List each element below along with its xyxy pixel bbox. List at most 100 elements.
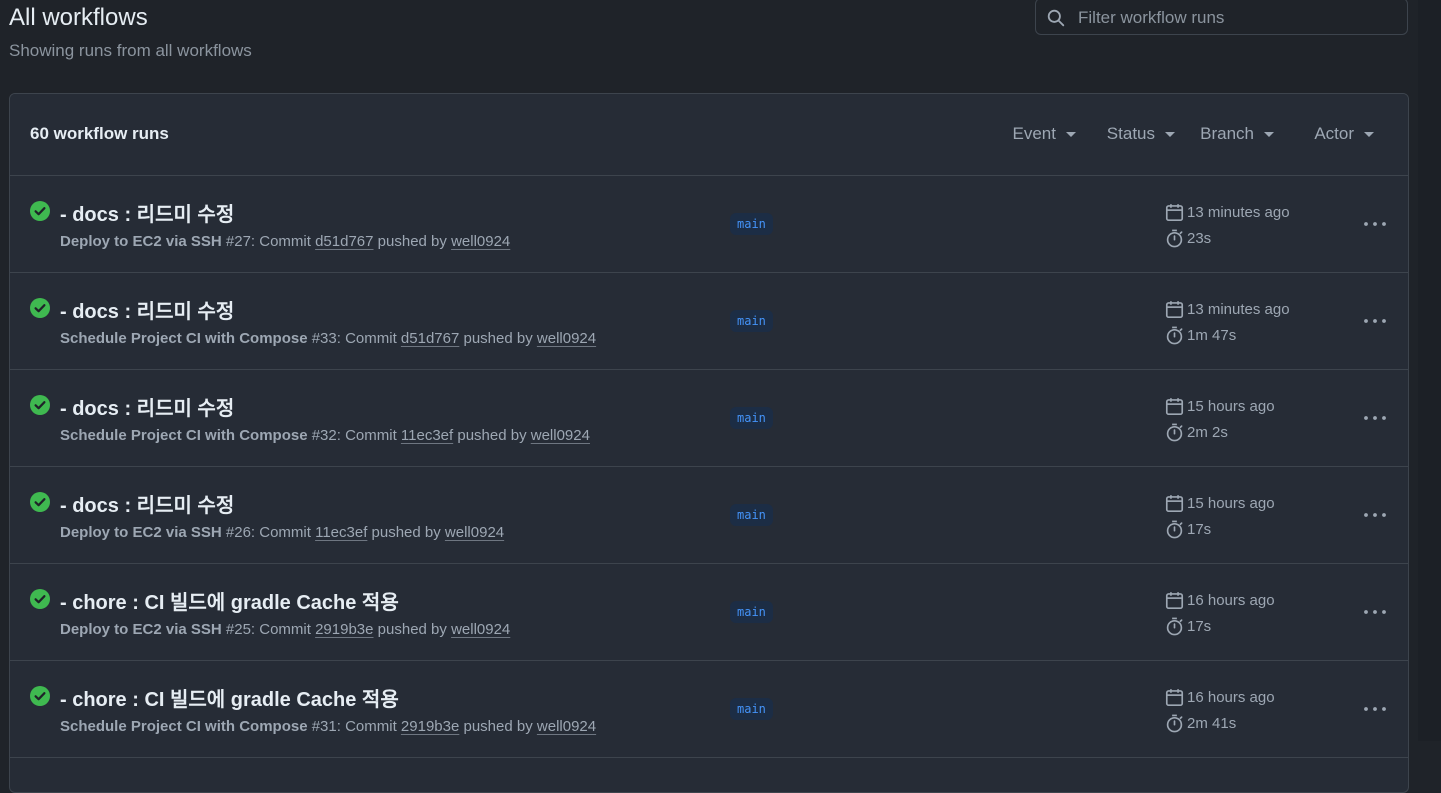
commit-sha-link[interactable]: 2919b3e xyxy=(401,718,459,735)
run-number: #33 xyxy=(311,330,337,347)
success-check-icon xyxy=(30,686,50,706)
run-time: 16 hours ago xyxy=(1165,591,1275,610)
workflow-run-row[interactable]: - docs : 리드미 수정 Schedule Project CI with… xyxy=(10,370,1408,467)
stopwatch-icon xyxy=(1166,714,1183,733)
run-number: #32 xyxy=(311,427,337,444)
commit-label: : Commit xyxy=(250,621,316,638)
actor-link[interactable]: well0924 xyxy=(451,233,510,250)
run-number: #31 xyxy=(311,718,337,735)
run-title-link[interactable]: - chore : CI 빌드에 gradle Cache 적용 xyxy=(60,683,399,712)
run-meta: Schedule Project CI with Compose #31: Co… xyxy=(60,718,596,735)
actor-filter-dropdown[interactable]: Actor xyxy=(1314,124,1374,144)
page-title: All workflows xyxy=(9,4,148,31)
pushed-by-label: pushed by xyxy=(367,524,445,541)
branch-filter-dropdown[interactable]: Branch xyxy=(1200,124,1274,144)
run-title-link[interactable]: - docs : 리드미 수정 xyxy=(60,198,234,227)
kebab-menu-icon[interactable] xyxy=(1362,699,1388,719)
success-check-icon xyxy=(30,492,50,512)
run-duration: 1m 47s xyxy=(1165,326,1236,345)
workflow-name: Deploy to EC2 via SSH xyxy=(60,524,222,541)
run-title-link[interactable]: - docs : 리드미 수정 xyxy=(60,489,234,518)
run-time-text: 15 hours ago xyxy=(1187,495,1275,512)
kebab-menu-icon[interactable] xyxy=(1362,214,1388,234)
kebab-menu-icon[interactable] xyxy=(1362,408,1388,428)
actor-link[interactable]: well0924 xyxy=(537,718,596,735)
workflow-name: Deploy to EC2 via SSH xyxy=(60,233,222,250)
run-time: 13 minutes ago xyxy=(1165,300,1290,319)
actor-filter-label: Actor xyxy=(1314,124,1354,143)
branch-badge[interactable]: main xyxy=(730,407,773,429)
calendar-icon xyxy=(1165,592,1184,610)
calendar-icon xyxy=(1165,689,1184,707)
workflow-run-row[interactable]: - docs : 리드미 수정 Deploy to EC2 via SSH #2… xyxy=(10,176,1408,273)
workflow-run-row[interactable]: - chore : CI 빌드에 gradle Cache 적용 Deploy … xyxy=(10,564,1408,661)
run-meta: Deploy to EC2 via SSH #25: Commit 2919b3… xyxy=(60,621,510,638)
calendar-icon xyxy=(1165,204,1184,222)
actor-link[interactable]: well0924 xyxy=(445,524,504,541)
run-duration-text: 17s xyxy=(1187,521,1212,538)
commit-sha-link[interactable]: 2919b3e xyxy=(315,621,373,638)
run-count: 60 workflow runs xyxy=(30,124,169,143)
actor-link[interactable]: well0924 xyxy=(451,621,510,638)
run-duration: 2m 2s xyxy=(1165,423,1228,442)
pushed-by-label: pushed by xyxy=(373,233,452,250)
caret-down-icon xyxy=(1364,131,1374,137)
calendar-icon xyxy=(1165,301,1184,319)
run-duration: 17s xyxy=(1165,520,1211,539)
run-title-link[interactable]: - docs : 리드미 수정 xyxy=(60,295,234,324)
scrollbar-track[interactable] xyxy=(1418,0,1441,741)
stopwatch-icon xyxy=(1166,423,1183,442)
filter-workflow-runs-input[interactable] xyxy=(1076,5,1400,31)
pushed-by-label: pushed by xyxy=(453,427,531,444)
workflow-run-row[interactable]: - chore : CI 빌드에 gradle Cache 적용 Schedul… xyxy=(10,661,1408,758)
workflow-run-row[interactable]: - docs : 리드미 수정 Deploy to EC2 via SSH #2… xyxy=(10,467,1408,564)
run-duration: 2m 41s xyxy=(1165,714,1236,733)
pushed-by-label: pushed by xyxy=(459,330,537,347)
caret-down-icon xyxy=(1165,131,1175,137)
success-check-icon xyxy=(30,201,50,221)
actor-link[interactable]: well0924 xyxy=(537,330,596,347)
status-filter-label: Status xyxy=(1106,124,1155,143)
branch-badge[interactable]: main xyxy=(730,601,773,623)
success-check-icon xyxy=(30,298,50,318)
pushed-by-label: pushed by xyxy=(373,621,452,638)
run-duration-text: 23s xyxy=(1187,230,1212,247)
commit-sha-link[interactable]: 11ec3ef xyxy=(401,427,453,444)
workflow-name: Schedule Project CI with Compose xyxy=(60,718,308,735)
workflow-name: Schedule Project CI with Compose xyxy=(60,330,308,347)
commit-sha-link[interactable]: d51d767 xyxy=(315,233,373,250)
status-filter-dropdown[interactable]: Status xyxy=(1107,124,1175,144)
commit-label: : Commit xyxy=(336,427,401,444)
run-meta: Schedule Project CI with Compose #32: Co… xyxy=(60,427,590,444)
kebab-menu-icon[interactable] xyxy=(1362,311,1388,331)
event-filter-dropdown[interactable]: Event xyxy=(1013,124,1076,144)
run-number: #26 xyxy=(225,524,251,541)
commit-label: : Commit xyxy=(250,233,316,250)
kebab-menu-icon[interactable] xyxy=(1362,602,1388,622)
branch-badge[interactable]: main xyxy=(730,504,773,526)
actor-link[interactable]: well0924 xyxy=(531,427,590,444)
commit-sha-link[interactable]: d51d767 xyxy=(401,330,459,347)
run-title-link[interactable]: - chore : CI 빌드에 gradle Cache 적용 xyxy=(60,586,399,615)
run-time: 15 hours ago xyxy=(1165,397,1275,416)
caret-down-icon xyxy=(1264,131,1274,137)
pushed-by-label: pushed by xyxy=(459,718,537,735)
run-time-text: 16 hours ago xyxy=(1187,592,1275,609)
workflow-run-row[interactable]: - docs : 리드미 수정 Schedule Project CI with… xyxy=(10,273,1408,370)
kebab-menu-icon[interactable] xyxy=(1362,505,1388,525)
branch-badge[interactable]: main xyxy=(730,310,773,332)
run-meta: Deploy to EC2 via SSH #27: Commit d51d76… xyxy=(60,233,510,250)
stopwatch-icon xyxy=(1166,520,1183,539)
run-time-text: 16 hours ago xyxy=(1187,689,1275,706)
run-duration-text: 2m 41s xyxy=(1187,715,1237,732)
workflow-name: Schedule Project CI with Compose xyxy=(60,427,308,444)
commit-sha-link[interactable]: 11ec3ef xyxy=(315,524,367,541)
branch-badge[interactable]: main xyxy=(730,698,773,720)
run-title-link[interactable]: - docs : 리드미 수정 xyxy=(60,392,234,421)
filter-search-box[interactable] xyxy=(1035,0,1408,35)
run-duration-text: 1m 47s xyxy=(1187,327,1237,344)
branch-badge[interactable]: main xyxy=(730,213,773,235)
workflow-name: Deploy to EC2 via SSH xyxy=(60,621,222,638)
run-time: 16 hours ago xyxy=(1165,688,1275,707)
stopwatch-icon xyxy=(1166,229,1183,248)
